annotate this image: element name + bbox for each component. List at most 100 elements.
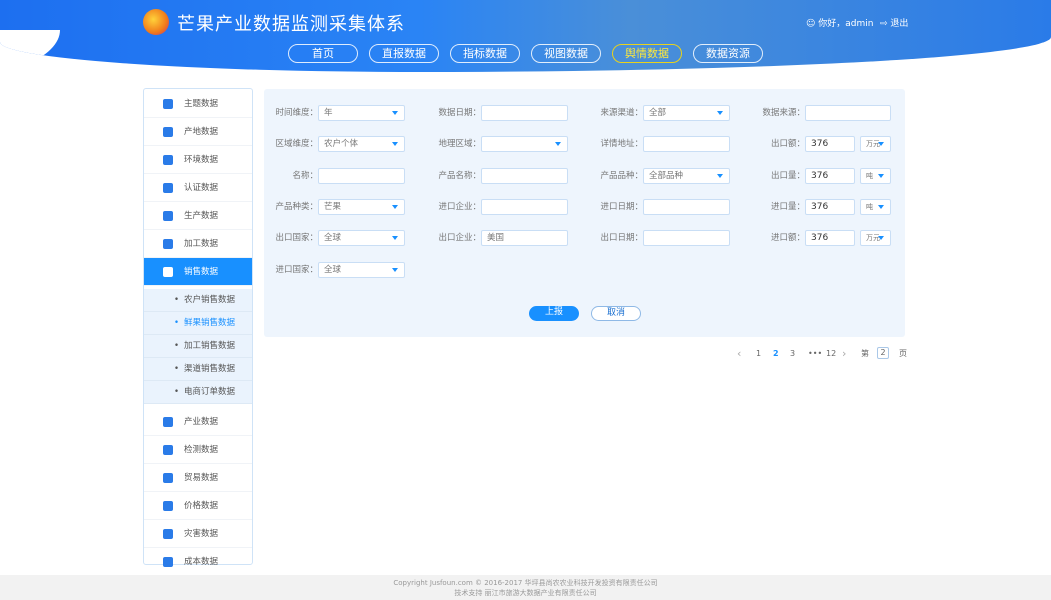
dropdown-arrow-icon — [392, 142, 398, 146]
input-field[interactable]: 376 — [805, 230, 855, 246]
input-field[interactable] — [643, 136, 730, 152]
sidebar-item[interactable]: 销售数据 — [144, 258, 252, 286]
field-value: 376 — [811, 233, 829, 243]
category-icon — [163, 99, 173, 109]
select-field[interactable] — [481, 136, 568, 152]
input-field[interactable] — [643, 199, 730, 215]
dropdown-arrow-icon — [392, 268, 398, 272]
field-label: 名称： — [292, 171, 318, 181]
logout-button[interactable]: ⇨ 退出 — [880, 16, 908, 29]
page-item[interactable]: ••• — [808, 348, 822, 360]
nav-tab[interactable]: 数据资源 — [693, 44, 763, 63]
unit-select[interactable]: 万元 — [860, 230, 891, 246]
nav-tab[interactable]: 直报数据 — [369, 44, 439, 63]
mango-logo-icon — [143, 9, 169, 35]
field-label: 进口额： — [770, 233, 805, 243]
sidebar-item[interactable]: 主题数据 — [144, 90, 252, 118]
field-label: 进口企业： — [438, 202, 481, 212]
input-field[interactable] — [481, 105, 568, 121]
page-item[interactable]: 2 — [773, 348, 779, 360]
sidebar-item-label: 产业数据 — [184, 417, 219, 427]
category-icon — [163, 183, 173, 193]
select-field[interactable]: 农户个体 — [318, 136, 405, 152]
user-greeting[interactable]: ☺ 你好，admin — [806, 16, 873, 29]
field-value: 376 — [811, 202, 829, 212]
field-label: 时间维度： — [275, 108, 318, 118]
field-label: 详情地址： — [600, 139, 643, 149]
field-label: 进口日期： — [600, 202, 643, 212]
sidebar-item-label: 环境数据 — [184, 155, 219, 165]
sidebar-item-label: 成本数据 — [184, 557, 219, 567]
sidebar-item[interactable]: 检测数据 — [144, 436, 252, 464]
dropdown-arrow-icon — [717, 174, 723, 178]
input-field[interactable]: 376 — [805, 136, 855, 152]
field-label: 产品名称： — [438, 171, 481, 181]
sidebar-subitem[interactable]: 鲜果销售数据 — [144, 312, 252, 335]
select-field[interactable]: 全部 — [643, 105, 730, 121]
field-value: 芒果 — [324, 202, 342, 212]
dropdown-arrow-icon — [555, 142, 561, 146]
page-item[interactable]: 3 — [790, 348, 795, 360]
input-field[interactable]: 美国 — [481, 230, 568, 246]
sidebar-item[interactable]: 成本数据 — [144, 548, 252, 576]
nav-tab[interactable]: 指标数据 — [450, 44, 520, 63]
input-field[interactable] — [481, 199, 568, 215]
sidebar-item[interactable]: 认证数据 — [144, 174, 252, 202]
nav-tab[interactable]: 首页 — [288, 44, 358, 63]
sidebar-item[interactable]: 贸易数据 — [144, 464, 252, 492]
sidebar-item[interactable]: 加工数据 — [144, 230, 252, 258]
copyright: Copyright Jusfoun.com © 2016-2017 华坪县尚农农… — [393, 579, 658, 587]
dropdown-arrow-icon — [717, 111, 723, 115]
sidebar-subitem[interactable]: 加工销售数据 — [144, 335, 252, 358]
sidebar-subitem[interactable]: 农户销售数据 — [144, 289, 252, 312]
page-item[interactable]: 12 — [826, 348, 836, 360]
select-field[interactable]: 芒果 — [318, 199, 405, 215]
field-label: 出口国家： — [275, 233, 318, 243]
sidebar-item[interactable]: 产地数据 — [144, 118, 252, 146]
input-field[interactable]: 376 — [805, 168, 855, 184]
sidebar-item[interactable]: 产业数据 — [144, 408, 252, 436]
sidebar-item[interactable]: 生产数据 — [144, 202, 252, 230]
dropdown-arrow-icon — [392, 111, 398, 115]
sidebar-item[interactable]: 灾害数据 — [144, 520, 252, 548]
input-field[interactable] — [643, 230, 730, 246]
field-value: 农户个体 — [324, 139, 359, 149]
unit-select[interactable]: 吨 — [860, 168, 891, 184]
sidebar-subitem[interactable]: 电商订单数据 — [144, 381, 252, 404]
input-field[interactable] — [805, 105, 891, 121]
page-suffix: 页 — [899, 349, 907, 358]
category-icon — [163, 155, 173, 165]
nav-tab[interactable]: 舆情数据 — [612, 44, 682, 63]
field-value: 376 — [811, 171, 829, 181]
unit-select[interactable]: 万元 — [860, 136, 891, 152]
sidebar-item[interactable]: 价格数据 — [144, 492, 252, 520]
user-name: 你好，admin — [818, 19, 874, 29]
page-jump-input[interactable]: 2 — [877, 347, 889, 359]
sidebar-item-label: 加工数据 — [184, 239, 219, 249]
select-field[interactable]: 全部品种 — [643, 168, 730, 184]
prev-page-icon[interactable]: ‹ — [737, 348, 741, 360]
sidebar: 主题数据产地数据环境数据认证数据生产数据加工数据销售数据农户销售数据鲜果销售数据… — [143, 88, 253, 576]
dropdown-arrow-icon — [878, 205, 884, 209]
input-field[interactable]: 376 — [805, 199, 855, 215]
input-field[interactable] — [481, 168, 568, 184]
sidebar-item-label: 主题数据 — [184, 99, 219, 109]
unit-select[interactable]: 吨 — [860, 199, 891, 215]
next-page-icon[interactable]: › — [842, 348, 846, 360]
input-field[interactable] — [318, 168, 405, 184]
submit-button[interactable]: 上报 — [529, 306, 579, 321]
select-field[interactable]: 全球 — [318, 230, 405, 246]
dropdown-arrow-icon — [878, 174, 884, 178]
page-prefix: 第 — [861, 349, 869, 358]
sidebar-item[interactable]: 环境数据 — [144, 146, 252, 174]
select-field[interactable]: 全球 — [318, 262, 405, 278]
field-value: 376 — [811, 139, 829, 149]
sidebar-subitem[interactable]: 渠道销售数据 — [144, 358, 252, 381]
nav-tab[interactable]: 视图数据 — [531, 44, 601, 63]
cancel-button[interactable]: 取消 — [591, 306, 641, 321]
page-item[interactable]: 1 — [756, 348, 761, 360]
sidebar-item-label: 产地数据 — [184, 127, 219, 137]
logout-label: 退出 — [890, 19, 909, 29]
select-field[interactable]: 年 — [318, 105, 405, 121]
tech-support: 技术支持 丽江市旅游大数据产业有限责任公司 — [454, 589, 597, 597]
